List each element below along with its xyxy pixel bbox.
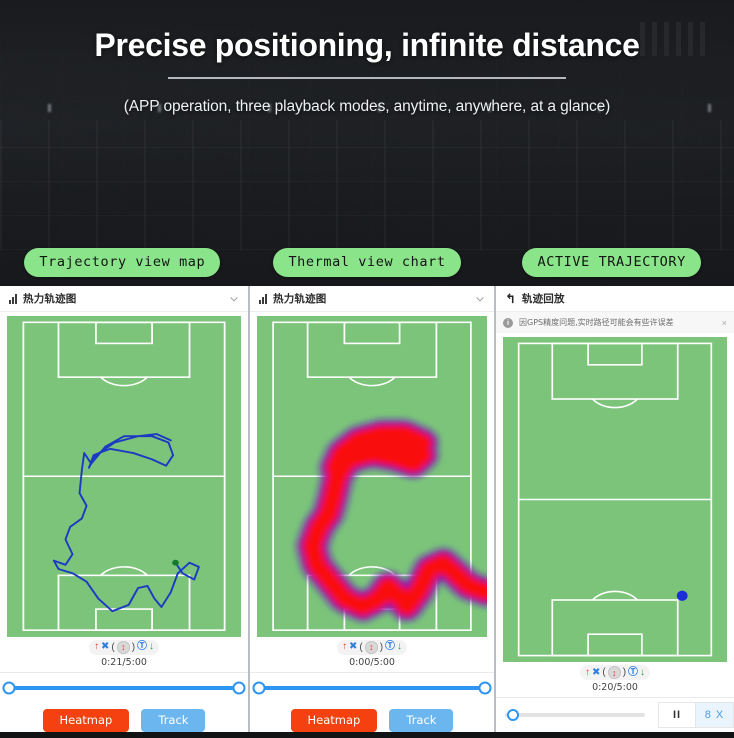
- current-position-dot: [676, 590, 688, 601]
- page-title: Precise positioning, infinite distance: [94, 27, 640, 63]
- panel3-time-label: 0:20/5:00: [592, 682, 638, 693]
- tab-cell-3: ACTIVE TRAJECTORY: [489, 240, 734, 284]
- panel2-range-slider[interactable]: [250, 673, 494, 703]
- gps-notice-text: 因GPS精度问题,实时路径可能会有些许误差: [519, 318, 674, 327]
- panel1-button-row: Heatmap Track: [0, 703, 248, 732]
- track-button[interactable]: Track: [141, 708, 206, 732]
- panel1-pitch-area: [0, 312, 248, 637]
- paren-right: ): [622, 667, 627, 678]
- marker-icon-group[interactable]: ↑ ✖ ( ↕ ) Ⓣ ↓: [579, 665, 651, 680]
- chevron-down-icon[interactable]: [475, 294, 485, 304]
- trajectory-path: [54, 434, 199, 611]
- football-pitch[interactable]: [7, 316, 241, 637]
- mode-tab-bar: Trajectory view map Thermal view chart A…: [0, 240, 734, 284]
- speed-button[interactable]: 8 X: [696, 702, 734, 728]
- panel3-title: 轨迹回放: [521, 293, 565, 305]
- tab-cell-1: Trajectory view map: [0, 240, 245, 284]
- shield-clock-icon[interactable]: Ⓣ: [628, 667, 638, 678]
- slider-handle-start[interactable]: [252, 681, 266, 694]
- panel3-controls: ↑ ✖ ( ↕ ) Ⓣ ↓ 0:20/5:00 II 8 X: [496, 662, 734, 732]
- playback-progress-slider[interactable]: [505, 709, 645, 721]
- panel2-button-row: Heatmap Track: [250, 703, 494, 732]
- shield-clock-icon[interactable]: Ⓣ: [137, 642, 147, 652]
- marker-icon-group[interactable]: ↑ ✖ ( ↕ ) Ⓣ ↓: [88, 639, 160, 655]
- panel2-time-label: 0:00/5:00: [349, 656, 395, 668]
- chevron-down-icon[interactable]: [229, 294, 239, 304]
- close-icon[interactable]: ×: [722, 318, 727, 328]
- paren-left: (: [602, 667, 606, 678]
- slider-knob-icon[interactable]: ↕: [116, 640, 130, 654]
- slider-knob-icon[interactable]: ↕: [607, 666, 621, 679]
- slider-handle-end[interactable]: [232, 681, 246, 694]
- panel1-time-label: 0:21/5:00: [101, 656, 147, 668]
- track-start-marker: [172, 559, 179, 566]
- panel2-pitch-area: [250, 312, 494, 637]
- pause-button[interactable]: II: [658, 702, 696, 728]
- page-subtitle: (APP operation, three playback modes, an…: [123, 97, 611, 115]
- slider-fill: [259, 685, 485, 690]
- heatmap-button[interactable]: Heatmap: [42, 708, 130, 732]
- panel2-title: 热力轨迹图: [273, 293, 327, 305]
- gps-notice-banner: i 因GPS精度问题,实时路径可能会有些许误差 ×: [496, 312, 734, 333]
- bar-chart-icon: [259, 293, 267, 304]
- paren-right: ): [379, 641, 384, 653]
- panel2-icon-row: ↑ ✖ ( ↕ ) Ⓣ ↓: [250, 639, 494, 656]
- football-pitch-live[interactable]: [503, 337, 727, 662]
- slider-knob-icon[interactable]: ↕: [364, 640, 378, 654]
- slider-handle-start[interactable]: [2, 681, 16, 694]
- heatmap-button[interactable]: Heatmap: [290, 708, 378, 732]
- panel2-controls: ↑ ✖ ( ↕ ) Ⓣ ↓ 0:00/5:00 Heatmap Track: [250, 636, 494, 732]
- paren-right: ): [131, 641, 136, 653]
- slider-fill: [9, 685, 239, 690]
- cross-icon[interactable]: ✖: [349, 642, 357, 652]
- panel3-header: ↰ 轨迹回放: [496, 286, 734, 312]
- paren-left: (: [359, 641, 363, 653]
- arrow-down-icon[interactable]: ↓: [397, 642, 402, 652]
- shield-clock-icon[interactable]: Ⓣ: [385, 642, 395, 652]
- track-button[interactable]: Track: [389, 708, 454, 732]
- arrow-up-icon[interactable]: ↑: [342, 642, 347, 652]
- arrow-down-icon[interactable]: ↓: [149, 642, 154, 652]
- arrow-up-icon[interactable]: ↑: [585, 667, 590, 678]
- panel1-title: 热力轨迹图: [23, 293, 77, 305]
- tab-trajectory-view-map[interactable]: Trajectory view map: [24, 247, 221, 277]
- arrow-up-icon[interactable]: ↑: [94, 642, 99, 652]
- panel-active-trajectory: ↰ 轨迹回放 i 因GPS精度问题,实时路径可能会有些许误差 × ↑ ✖ (↕…: [496, 286, 734, 732]
- slider-handle-end[interactable]: [478, 681, 492, 694]
- panel1-icon-row: ↑ ✖ ( ↕ ) Ⓣ ↓: [0, 639, 248, 656]
- panel1-header: 热力轨迹图: [0, 286, 248, 312]
- panel3-icon-row: ↑ ✖ ( ↕ ) Ⓣ ↓: [496, 664, 734, 681]
- arrow-down-icon[interactable]: ↓: [640, 667, 645, 678]
- panel-thermal-view-chart: 热力轨迹图 ↑ ✖ (↕) Ⓣ ↓ 0:00/5:00 Heatmap Tr…: [248, 286, 496, 732]
- playback-handle[interactable]: [507, 709, 519, 721]
- heatmap-trail: [297, 420, 487, 621]
- cross-icon[interactable]: ✖: [592, 667, 600, 678]
- tab-active-trajectory[interactable]: ACTIVE TRAJECTORY: [522, 247, 701, 277]
- cross-icon[interactable]: ✖: [101, 642, 109, 652]
- title-divider: [168, 76, 566, 79]
- marker-icon-group[interactable]: ↑ ✖ ( ↕ ) Ⓣ ↓: [336, 639, 408, 655]
- tab-thermal-view-chart[interactable]: Thermal view chart: [273, 247, 461, 277]
- football-pitch-heatmap[interactable]: [257, 316, 487, 637]
- back-arrow-icon[interactable]: ↰: [505, 292, 516, 305]
- slider-track[interactable]: [2, 681, 246, 694]
- tab-cell-2: Thermal view chart: [245, 240, 490, 284]
- panels-row: 热力轨迹图 ↑ ✖ (↕) Ⓣ ↓ 0:21/5:00 Heatmap Tr…: [0, 286, 734, 732]
- panel3-transport: II 8 X: [496, 698, 734, 732]
- panel2-header: 热力轨迹图: [250, 286, 494, 312]
- screenshot-root: Precise positioning, infinite distance (…: [0, 0, 734, 738]
- panel1-controls: ↑ ✖ ( ↕ ) Ⓣ ↓ 0:21/5:00 Heatmap Track: [0, 636, 248, 732]
- paren-left: (: [111, 641, 115, 653]
- panel3-pitch-area: [496, 333, 734, 662]
- slider-track[interactable]: [252, 681, 492, 694]
- bar-chart-icon: [9, 293, 17, 304]
- info-icon: i: [503, 317, 513, 328]
- panel1-range-slider[interactable]: [0, 673, 248, 703]
- footer-strip: [0, 732, 734, 738]
- panel-trajectory-view-map: 热力轨迹图 ↑ ✖ (↕) Ⓣ ↓ 0:21/5:00 Heatmap Tr…: [0, 286, 248, 732]
